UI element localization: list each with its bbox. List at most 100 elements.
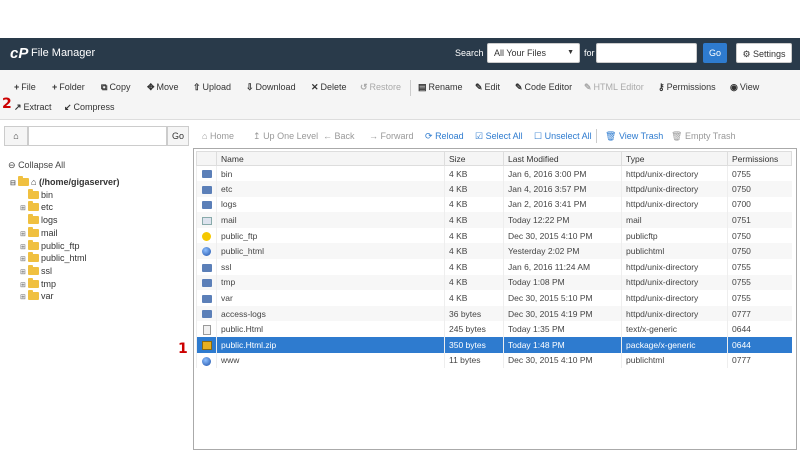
nav-back-button[interactable]: ← Back (323, 131, 355, 141)
table-row[interactable]: bin 4 KB Jan 6, 2016 3:00 PM httpd/unix-dir… (196, 165, 792, 182)
search-scope-select[interactable]: All Your Files ▼ (487, 43, 580, 63)
view-button[interactable]: ◉ View (730, 82, 759, 93)
file-name-cell[interactable]: public.Html.zip (216, 337, 445, 353)
collapse-icon[interactable]: ⊟ (10, 178, 18, 190)
file-name-cell[interactable]: public_html (216, 243, 445, 260)
move-button[interactable]: ✥ Move (147, 82, 179, 93)
table-row[interactable]: public.Html 245 bytes Today 1:35 PM text/x-… (196, 321, 792, 338)
compress-button[interactable]: ↙ Compress (64, 102, 115, 113)
table-row[interactable]: logs 4 KB Jan 2, 2016 3:41 PM httpd/unix-di… (196, 196, 792, 213)
file-size-cell: 4 KB (444, 212, 504, 228)
file-name-cell[interactable]: public_ftp (216, 227, 445, 244)
new-file-button[interactable]: + File (14, 82, 36, 92)
checkbox-empty-icon: ☐ (534, 131, 543, 141)
text-file-icon (202, 324, 211, 335)
file-name-cell[interactable]: etc (216, 181, 445, 197)
upload-button[interactable]: ⇧ Upload (193, 82, 231, 93)
file-icon-cell (196, 337, 217, 353)
folder-icon (28, 239, 39, 250)
copy-button[interactable]: ⧉ Copy (101, 82, 130, 93)
file-name-cell[interactable]: logs (216, 196, 445, 213)
cpanel-logo[interactable]: cP (10, 45, 28, 62)
file-modified-cell: Jan 6, 2016 11:24 AM (503, 259, 622, 275)
delete-button[interactable]: ✕ Delete (311, 82, 347, 93)
step-2-annotation: 2 (2, 96, 12, 112)
tree-item-logs[interactable]: logs (20, 214, 58, 226)
collapse-all-link[interactable]: ⊖ Collapse All (8, 160, 65, 171)
tree-item-var[interactable]: ⊞ var (20, 290, 54, 302)
tree-item-tmp[interactable]: ⊞ tmp (20, 277, 56, 290)
table-row[interactable]: www 11 bytes Dec 30, 2015 4:10 PM publichtm… (196, 352, 792, 369)
file-modified-cell: Yesterday 2:02 PM (503, 243, 622, 260)
table-row[interactable]: public.Html.zip 350 bytes Today 1:48 PM pac… (196, 337, 792, 353)
nav-forward-button[interactable]: → Forward (369, 131, 414, 141)
tree-item-ssl[interactable]: ⊞ ssl (20, 264, 52, 277)
file-name-cell[interactable]: ssl (216, 259, 445, 275)
path-input[interactable] (28, 126, 167, 146)
html-editor-button[interactable]: ✎ HTML Editor (584, 82, 644, 93)
file-icon-cell (196, 196, 217, 213)
table-row[interactable]: var 4 KB Dec 30, 2015 5:10 PM httpd/unix-di… (196, 290, 792, 306)
code-editor-button[interactable]: ✎ Code Editor (515, 82, 572, 93)
rename-button[interactable]: ▤ Rename (418, 82, 463, 93)
table-row[interactable]: mail 4 KB Today 12:22 PM mail 0751 (196, 212, 792, 228)
nav-up-button[interactable]: ↥ Up One Level (253, 131, 318, 142)
file-name-cell[interactable]: public.Html (216, 321, 445, 338)
file-perms-cell: 0750 (727, 181, 792, 197)
nav-unselect-all-button[interactable]: ☐ Unselect All (534, 131, 592, 142)
settings-button[interactable]: ⚙ Settings (736, 43, 792, 63)
icon-column-header (196, 151, 217, 166)
table-row[interactable]: access-logs 36 bytes Dec 30, 2015 4:19 PM h… (196, 305, 792, 322)
file-size-cell: 11 bytes (444, 352, 504, 369)
tree-item-etc[interactable]: ⊞ etc (20, 201, 53, 213)
nav-empty-trash-button[interactable]: 🗑 Empty Trash (671, 131, 735, 142)
tree-item-label: logs (41, 215, 58, 226)
file-size-cell: 4 KB (444, 243, 504, 260)
tree-item-mail[interactable]: ⊞ mail (20, 226, 58, 239)
modified-column-header[interactable]: Last Modified (503, 151, 622, 166)
table-row[interactable]: public_ftp 4 KB Dec 30, 2015 4:10 PM public… (196, 227, 792, 244)
nav-select-all-button[interactable]: ☑ Select All (475, 131, 523, 142)
file-name-cell[interactable]: mail (216, 212, 445, 228)
download-button[interactable]: ⇩ Download (246, 82, 296, 93)
edit-button[interactable]: ✎ Edit (475, 82, 500, 93)
size-column-header[interactable]: Size (444, 151, 504, 166)
search-go-button[interactable]: Go (703, 43, 727, 63)
file-name-cell[interactable]: www (216, 352, 445, 369)
path-go-button[interactable]: Go (167, 126, 189, 146)
nav-view-trash-button[interactable]: 🗑 View Trash (605, 131, 663, 142)
file-icon-cell (196, 274, 217, 291)
type-column-header[interactable]: Type (621, 151, 728, 166)
tree-item-public-html[interactable]: ⊞ public_html (20, 252, 87, 264)
file-icon-cell (196, 212, 217, 228)
table-row[interactable]: etc 4 KB Jan 4, 2016 3:57 PM httpd/unix-dir… (196, 181, 792, 197)
table-row[interactable]: tmp 4 KB Today 1:08 PM httpd/unix-directory… (196, 274, 792, 291)
plus-icon: + (14, 82, 20, 92)
tree-item-public-ftp[interactable]: ⊞ public_ftp (20, 239, 80, 252)
permissions-button[interactable]: ⚷ Permissions (658, 82, 716, 93)
permissions-column-header[interactable]: Permissions (727, 151, 792, 166)
table-row[interactable]: ssl 4 KB Jan 6, 2016 11:24 AM httpd/unix-di… (196, 259, 792, 275)
file-name-cell[interactable]: access-logs (216, 305, 445, 322)
tree-root[interactable]: ⊟ ⌂ (/home/gigaserver) (10, 176, 119, 188)
home-icon[interactable]: ⌂ (4, 126, 28, 146)
tree-item-bin[interactable]: bin (20, 188, 53, 201)
file-table-body: bin 4 KB Jan 6, 2016 3:00 PM httpd/unix-dir… (196, 165, 792, 369)
file-name-cell[interactable]: tmp (216, 274, 445, 291)
view-label: View (739, 82, 760, 92)
home-icon: ⌂ (202, 131, 208, 141)
nav-reload-button[interactable]: ⟳ Reload (425, 131, 464, 142)
file-name-cell[interactable]: var (216, 290, 445, 306)
file-perms-cell: 0777 (727, 352, 792, 369)
file-name-cell[interactable]: bin (216, 165, 445, 182)
directory-tree-pane: ⌂ Go ⊖ Collapse All ⊟ ⌂ (/home/gigaserver… (0, 120, 192, 452)
file-modified-cell: Jan 6, 2016 3:00 PM (503, 165, 622, 182)
expand-icon[interactable]: ⊞ (20, 292, 28, 304)
table-row[interactable]: public_html 4 KB Yesterday 2:02 PM publicht… (196, 243, 792, 260)
search-input[interactable] (596, 43, 697, 63)
name-column-header[interactable]: Name (216, 151, 445, 166)
nav-home-button[interactable]: ⌂ Home (202, 131, 234, 141)
extract-button[interactable]: ↗ Extract (14, 102, 52, 113)
restore-button[interactable]: ↺ Restore (360, 82, 401, 93)
new-folder-button[interactable]: + Folder (52, 82, 85, 92)
